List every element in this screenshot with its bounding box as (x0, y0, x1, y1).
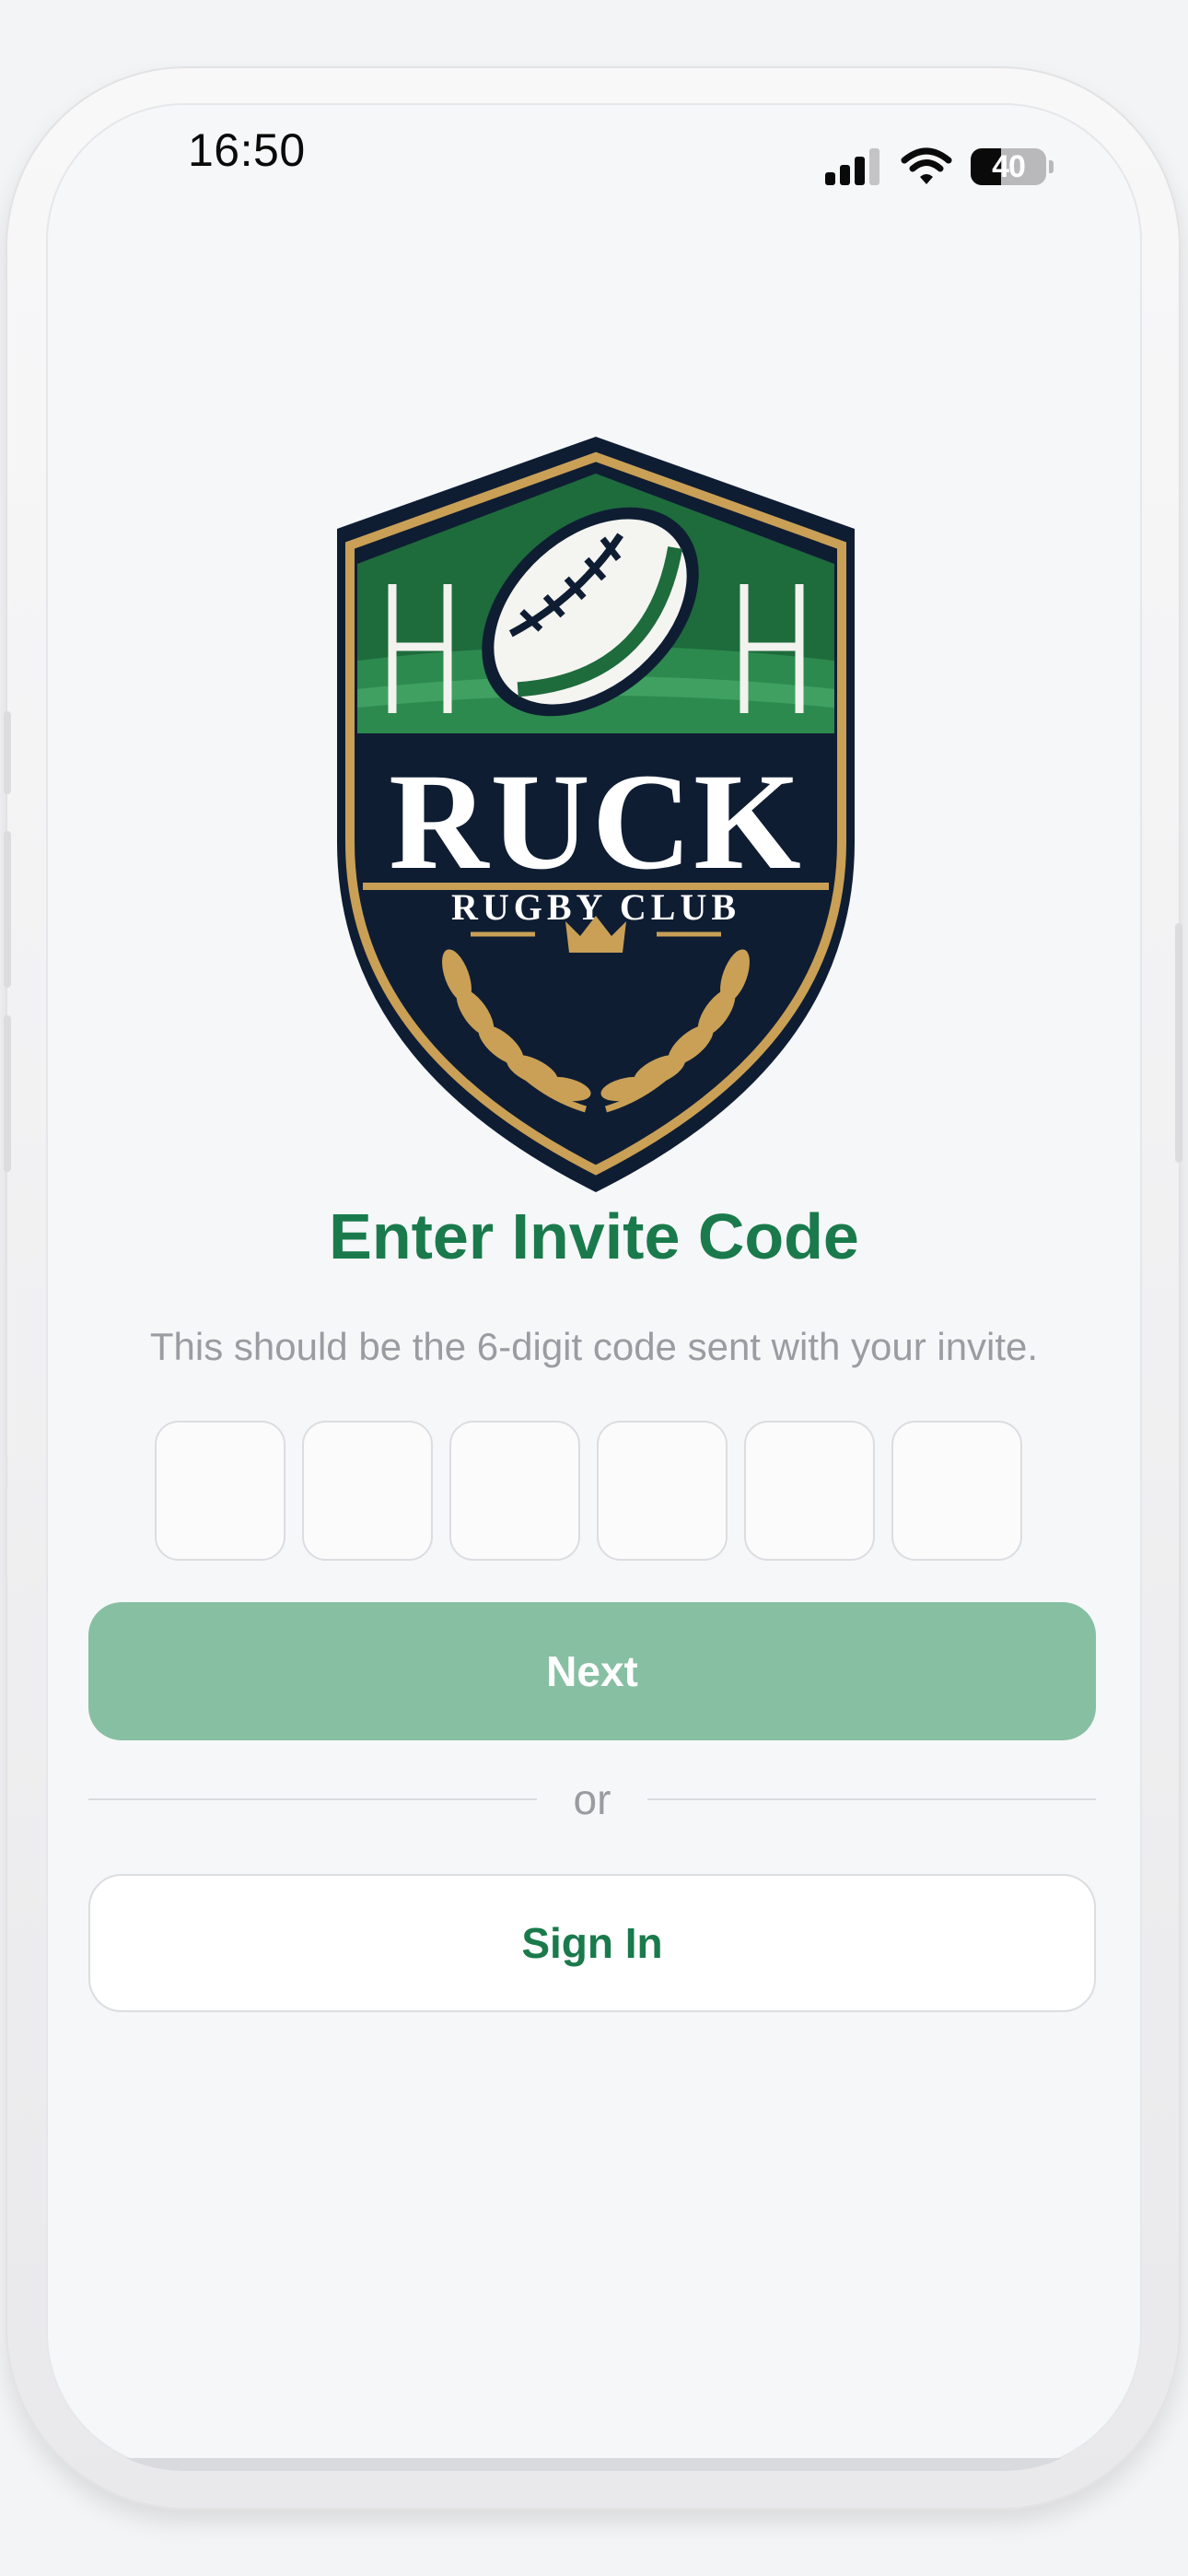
battery-icon: 40 (971, 148, 1054, 185)
code-digit-5[interactable] (744, 1421, 875, 1561)
battery-body: 40 (971, 148, 1046, 185)
signal-icon (825, 148, 879, 185)
invite-code-input-group (155, 1421, 1022, 1561)
phone-side-button (4, 711, 11, 794)
or-divider: or (88, 1772, 1096, 1827)
wifi-icon (901, 147, 952, 184)
status-icons: 40 (825, 147, 1054, 186)
page: 16:50 40 RUCK RUGBY CLUB Enter Invite Co… (0, 0, 1188, 2576)
screen-bottom-edge (46, 2458, 1142, 2471)
next-button[interactable]: Next (88, 1602, 1096, 1740)
battery-level-text: 40 (992, 148, 1026, 184)
invite-instructions: This should be the 6-digit code sent wit… (149, 1325, 1039, 1368)
ruck-rugby-club-crest: RUCK RUGBY CLUB (337, 437, 855, 1192)
phone-screen: 16:50 40 RUCK RUGBY CLUB Enter Invite Co… (46, 103, 1142, 2471)
phone-volume-down (4, 1015, 11, 1172)
status-time: 16:50 (188, 124, 306, 176)
code-digit-3[interactable] (449, 1421, 580, 1561)
crest-wordmark: RUCK (389, 745, 803, 898)
code-digit-2[interactable] (302, 1421, 433, 1561)
code-digit-6[interactable] (891, 1421, 1022, 1561)
divider-label: or (573, 1775, 611, 1823)
phone-power-button (1175, 923, 1182, 1163)
page-title: Enter Invite Code (329, 1200, 859, 1272)
divider-line-right (647, 1798, 1096, 1800)
phone-volume-up (4, 831, 11, 988)
sign-in-button[interactable]: Sign In (88, 1874, 1096, 2012)
code-digit-1[interactable] (155, 1421, 285, 1561)
battery-nub (1049, 160, 1054, 173)
code-digit-4[interactable] (597, 1421, 728, 1561)
divider-line-left (88, 1798, 537, 1800)
